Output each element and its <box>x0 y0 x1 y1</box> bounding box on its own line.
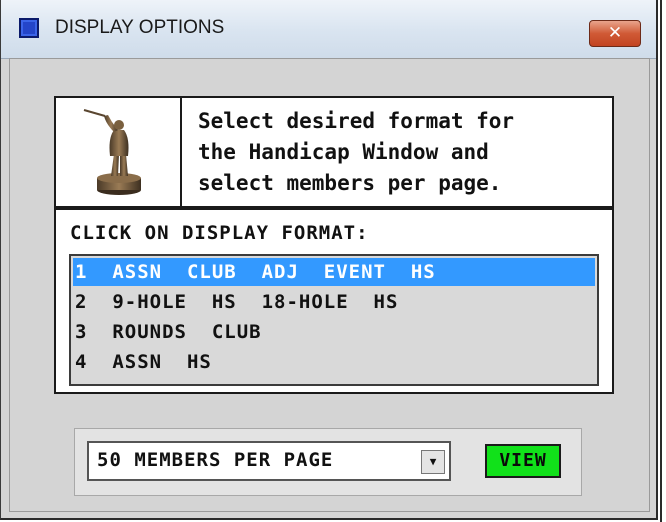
bottom-panel: 50 MEMBERS PER PAGE ▼ VIEW <box>74 428 582 496</box>
trophy-cell <box>56 98 182 206</box>
format-box: CLICK ON DISPLAY FORMAT: 1 ASSN CLUB ADJ… <box>54 208 614 394</box>
format-option-1[interactable]: 1 ASSN CLUB ADJ EVENT HS <box>73 258 595 286</box>
members-per-page-value: 50 MEMBERS PER PAGE <box>97 449 334 471</box>
chevron-down-icon[interactable]: ▼ <box>421 450 445 474</box>
format-option-2[interactable]: 2 9-HOLE HS 18-HOLE HS <box>73 288 595 316</box>
format-option-3[interactable]: 3 ROUNDS CLUB <box>73 318 595 346</box>
window-edge <box>660 0 662 522</box>
instructions-text: Select desired format for the Handicap W… <box>198 109 515 195</box>
format-list[interactable]: 1 ASSN CLUB ADJ EVENT HS 2 9-HOLE HS 18-… <box>69 254 599 386</box>
header-box: Select desired format for the Handicap W… <box>54 96 614 208</box>
title-bar[interactable]: DISPLAY OPTIONS ✕ <box>1 0 656 59</box>
view-button[interactable]: VIEW <box>485 444 561 478</box>
close-button[interactable]: ✕ <box>589 20 641 47</box>
window-title: DISPLAY OPTIONS <box>55 17 225 38</box>
app-icon <box>19 18 39 38</box>
format-option-4[interactable]: 4 ASSN HS <box>73 348 595 376</box>
format-label: CLICK ON DISPLAY FORMAT: <box>70 222 369 244</box>
golfer-trophy-icon <box>83 109 141 195</box>
members-per-page-select[interactable]: 50 MEMBERS PER PAGE ▼ <box>87 441 451 481</box>
